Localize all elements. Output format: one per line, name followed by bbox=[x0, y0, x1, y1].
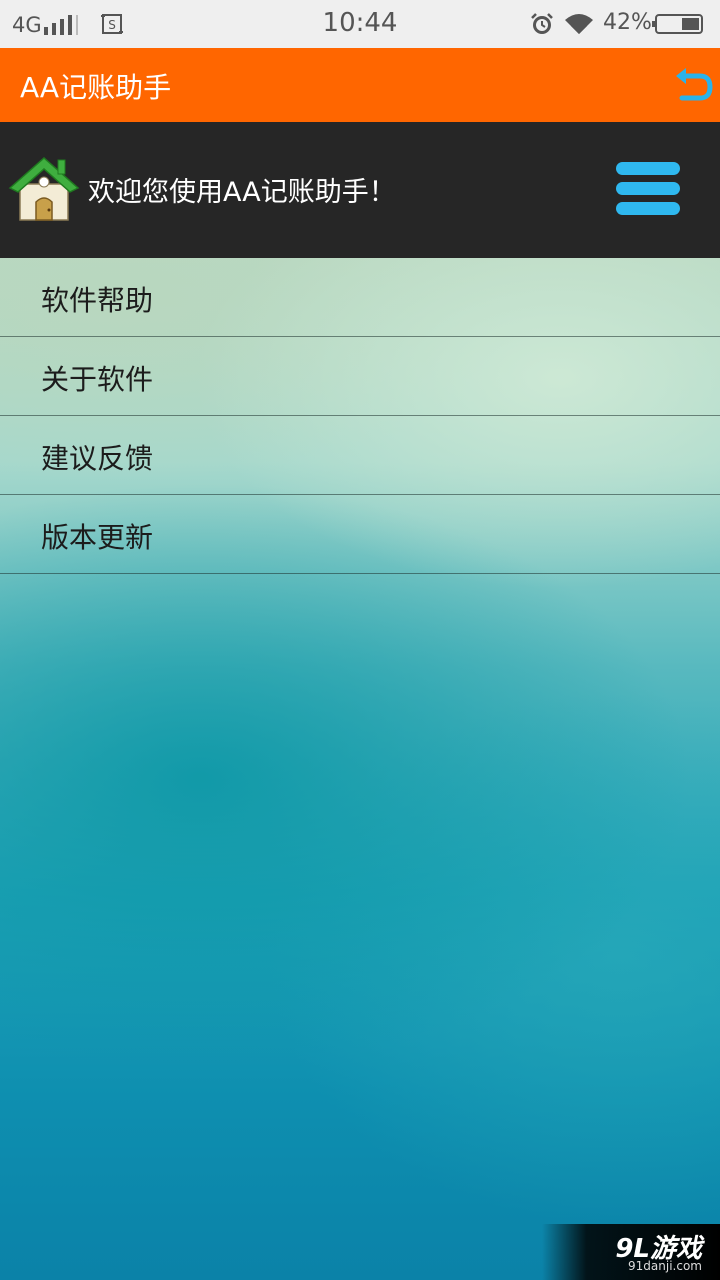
alarm-icon bbox=[531, 13, 553, 34]
menu-item-update[interactable]: 版本更新 bbox=[0, 495, 720, 574]
menu-item-about[interactable]: 关于软件 bbox=[0, 337, 720, 416]
home-icon[interactable] bbox=[8, 152, 80, 224]
undo-arrow-icon[interactable] bbox=[672, 66, 714, 104]
status-bar: 4G S 10:44 42% bbox=[0, 0, 720, 48]
app-title: AA记账助手 bbox=[20, 71, 172, 104]
hamburger-menu-icon[interactable] bbox=[612, 160, 684, 218]
watermark: 9L游戏 91danji.com bbox=[542, 1224, 720, 1280]
battery-icon bbox=[652, 14, 703, 34]
menu-item-label: 软件帮助 bbox=[41, 284, 154, 317]
title-bar: AA记账助手 bbox=[0, 48, 720, 122]
wifi-icon bbox=[565, 14, 593, 34]
menu-item-label: 版本更新 bbox=[41, 521, 154, 554]
menu-item-label: 关于软件 bbox=[41, 363, 154, 396]
menu-item-label: 建议反馈 bbox=[41, 442, 154, 475]
menu-item-help[interactable]: 软件帮助 bbox=[0, 258, 720, 337]
welcome-header: 欢迎您使用AA记账助手！ bbox=[0, 122, 720, 258]
menu-item-feedback[interactable]: 建议反馈 bbox=[0, 416, 720, 495]
battery-percent: 42% bbox=[603, 10, 652, 35]
watermark-url: 91danji.com bbox=[628, 1259, 702, 1273]
settings-menu-list: 软件帮助 关于软件 建议反馈 版本更新 bbox=[0, 258, 720, 574]
welcome-text: 欢迎您使用AA记账助手！ bbox=[88, 177, 396, 208]
